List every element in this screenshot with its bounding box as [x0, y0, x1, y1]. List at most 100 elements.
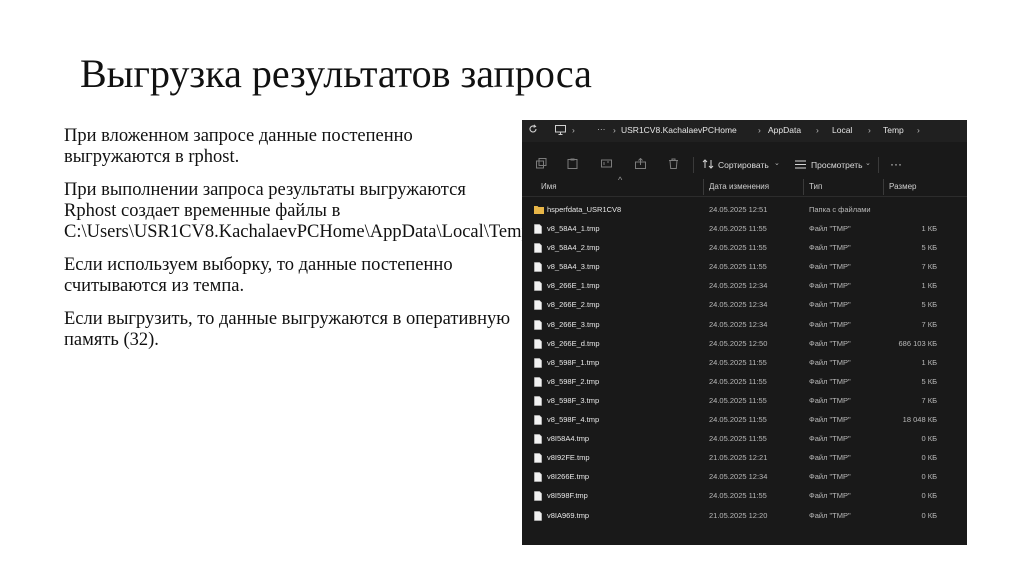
file-icon	[534, 262, 542, 273]
breadcrumb-appdata[interactable]: AppData	[768, 125, 801, 135]
file-date: 24.05.2025 12:34	[709, 281, 768, 291]
file-name: v8I266E.tmp	[547, 472, 590, 482]
file-row[interactable]: hsperfdata_USR1CV8 24.05.2025 12:51 Папка …	[522, 201, 967, 220]
file-row[interactable]: v8I266E.tmp 24.05.2025 12:34 Файл "TMP" 0 К…	[522, 468, 967, 487]
computer-icon[interactable]	[555, 125, 566, 137]
column-type-header[interactable]: Тип	[809, 182, 822, 191]
file-date: 24.05.2025 11:55	[709, 262, 767, 272]
file-size: 7 КБ	[921, 395, 937, 405]
column-size-header[interactable]: Размер	[889, 182, 917, 191]
file-size: 7 КБ	[921, 262, 937, 272]
file-row[interactable]: v8I58A4.tmp 24.05.2025 11:55 Файл "TMP" 0 К…	[522, 430, 967, 449]
file-date: 24.05.2025 11:55	[709, 415, 767, 425]
file-type: Файл "TMP"	[809, 281, 851, 291]
file-type: Файл "TMP"	[809, 472, 851, 482]
file-name: v8_58A4_3.tmp	[547, 262, 600, 272]
file-row[interactable]: v8_58A4_1.tmp 24.05.2025 11:55 Файл "TMP" 1…	[522, 220, 967, 239]
view-icon	[795, 160, 806, 171]
file-name: v8_598F_4.tmp	[547, 415, 600, 425]
sort-button[interactable]: Сортировать	[718, 160, 769, 170]
file-row[interactable]: v8_266E_2.tmp 24.05.2025 12:34 Файл "TMP" 5…	[522, 296, 967, 315]
file-date: 24.05.2025 11:55	[709, 243, 767, 253]
file-name: v8I598F.tmp	[547, 491, 588, 501]
chevron-right-icon: ›	[758, 125, 761, 135]
file-name: v8_266E_3.tmp	[547, 319, 600, 329]
breadcrumb-local[interactable]: Local	[832, 125, 852, 135]
file-date: 24.05.2025 11:55	[709, 376, 767, 386]
file-row[interactable]: v8I92FE.tmp 21.05.2025 12:21 Файл "TMP" 0 К…	[522, 449, 967, 468]
file-name: v8_58A4_2.tmp	[547, 243, 600, 253]
share-icon[interactable]	[635, 157, 646, 172]
file-row[interactable]: v8_266E_1.tmp 24.05.2025 12:34 Файл "TMP" 1…	[522, 277, 967, 296]
file-type: Файл "TMP"	[809, 224, 851, 234]
slide-title: Выгрузка результатов запроса	[80, 51, 592, 96]
file-icon	[534, 434, 542, 444]
address-bar[interactable]: › ··· › USR1CV8.KachalaevPCHome › AppDat…	[522, 120, 967, 142]
address-more-button[interactable]: ···	[597, 124, 606, 134]
file-name: v8_266E_d.tmp	[547, 338, 600, 348]
file-type: Файл "TMP"	[809, 491, 851, 501]
file-icon	[534, 472, 542, 483]
file-list: hsperfdata_USR1CV8 24.05.2025 12:51 Папка …	[522, 201, 967, 526]
file-name: v8_266E_2.tmp	[547, 300, 600, 310]
copy-icon[interactable]	[536, 158, 547, 172]
delete-icon[interactable]	[668, 158, 679, 172]
file-type: Файл "TMP"	[809, 415, 851, 425]
chevron-right-icon: ›	[572, 125, 575, 135]
bullet-unload-memory: Если выгрузить, то данные выгружаются в …	[64, 309, 511, 350]
file-row[interactable]: v8I598F.tmp 24.05.2025 11:55 Файл "TMP" 0 К…	[522, 487, 967, 506]
column-divider[interactable]	[883, 179, 884, 195]
file-icon	[534, 338, 542, 349]
file-row[interactable]: v8_598F_4.tmp 24.05.2025 11:55 Файл "TMP" 1…	[522, 411, 967, 430]
column-header-row: Имя ^ Дата изменения Тип Размер	[522, 175, 967, 197]
chevron-right-icon: ›	[613, 125, 616, 135]
file-type: Файл "TMP"	[809, 357, 851, 367]
file-icon	[534, 491, 542, 502]
file-size: 0 КБ	[921, 453, 937, 463]
file-type: Файл "TMP"	[809, 453, 851, 463]
file-row[interactable]: v8IA969.tmp 21.05.2025 12:20 Файл "TMP" 0 К…	[522, 507, 967, 526]
bullet-selection: Если используем выборку, то данные посте…	[64, 255, 453, 296]
breadcrumb-user[interactable]: USR1CV8.KachalaevPCHome	[621, 125, 737, 135]
file-size: 0 КБ	[921, 434, 937, 444]
toolbar-divider	[878, 157, 879, 173]
file-name: v8I92FE.tmp	[547, 453, 590, 463]
file-icon	[534, 396, 542, 406]
file-row[interactable]: v8_598F_2.tmp 24.05.2025 11:55 Файл "TMP" 5…	[522, 373, 967, 392]
file-size: 5 КБ	[921, 243, 937, 253]
file-type: Файл "TMP"	[809, 319, 851, 329]
column-date-header[interactable]: Дата изменения	[709, 182, 769, 191]
breadcrumb-temp[interactable]: Temp	[883, 125, 904, 135]
file-date: 24.05.2025 11:55	[709, 395, 767, 405]
file-date: 24.05.2025 12:34	[709, 472, 768, 482]
view-button[interactable]: Просмотреть	[811, 160, 863, 170]
sort-icon	[702, 159, 714, 171]
sort-up-icon: ^	[618, 175, 623, 185]
file-row[interactable]: v8_58A4_2.tmp 24.05.2025 11:55 Файл "TMP" 5…	[522, 239, 967, 258]
column-name-header[interactable]: Имя	[541, 182, 557, 191]
file-row[interactable]: v8_598F_1.tmp 24.05.2025 11:55 Файл "TMP" 1…	[522, 354, 967, 373]
file-row[interactable]: v8_58A4_3.tmp 24.05.2025 11:55 Файл "TMP" 7…	[522, 258, 967, 277]
column-divider[interactable]	[803, 179, 804, 195]
file-icon	[534, 300, 542, 311]
file-icon	[534, 319, 542, 330]
file-size: 18 048 КБ	[902, 415, 937, 425]
refresh-icon[interactable]	[528, 124, 538, 137]
chevron-down-icon: ⌄	[865, 160, 871, 167]
file-name: hsperfdata_USR1CV8	[547, 205, 622, 214]
file-size: 0 КБ	[921, 510, 937, 520]
file-row[interactable]: v8_266E_d.tmp 24.05.2025 12:50 Файл "TMP" 6…	[522, 335, 967, 354]
file-date: 21.05.2025 12:20	[709, 510, 768, 520]
file-type: Файл "TMP"	[809, 376, 851, 386]
file-type: Папка с файлами	[809, 205, 871, 214]
rename-icon[interactable]	[601, 158, 612, 172]
file-size: 1 КБ	[921, 224, 937, 234]
file-row[interactable]: v8_266E_3.tmp 24.05.2025 12:34 Файл "TMP" 7…	[522, 316, 967, 335]
column-divider[interactable]	[703, 179, 704, 195]
file-date: 24.05.2025 11:55	[709, 224, 767, 234]
paste-icon[interactable]	[567, 158, 578, 172]
file-icon	[534, 357, 542, 368]
file-icon	[534, 415, 542, 425]
file-row[interactable]: v8_598F_3.tmp 24.05.2025 11:55 Файл "TMP" 7…	[522, 392, 967, 411]
more-options-button[interactable]: ···	[890, 157, 902, 171]
